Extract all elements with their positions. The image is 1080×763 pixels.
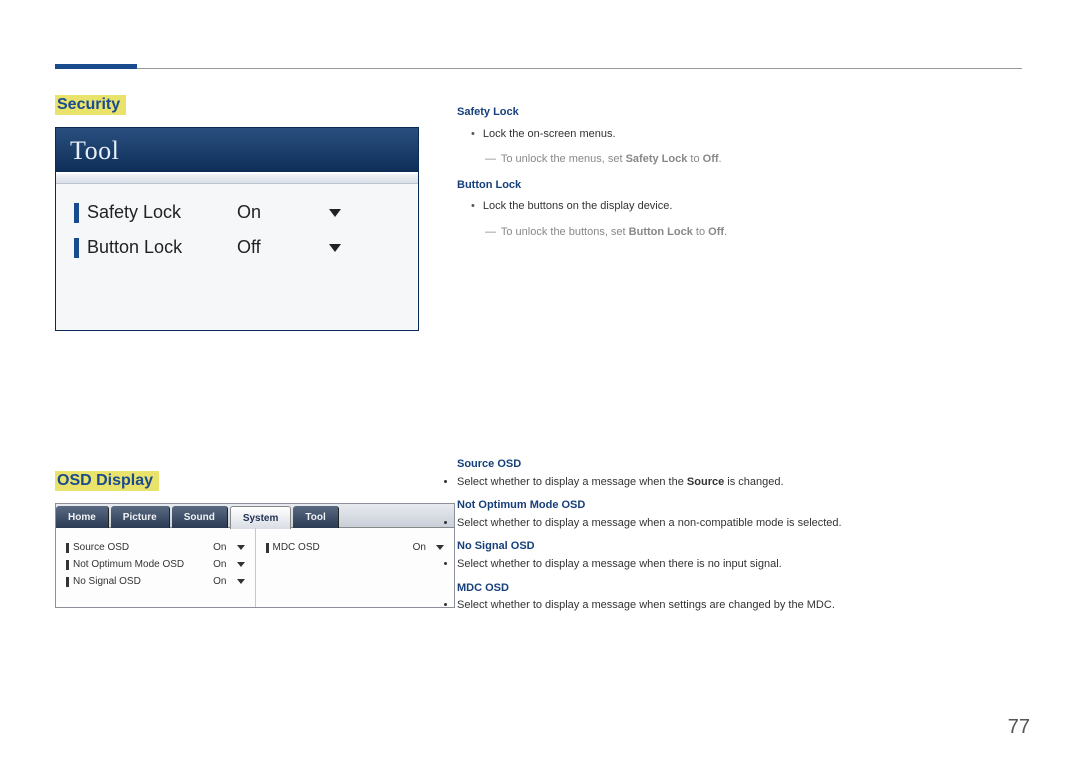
tool-row-label: Button Lock (87, 237, 237, 258)
safety-lock-select[interactable]: On (237, 202, 347, 223)
chevron-down-icon (237, 579, 245, 584)
osd-row-label: MDC OSD (273, 542, 413, 553)
no-signal-select[interactable]: On (213, 576, 244, 587)
button-lock-bullet: Lock the buttons on the display device. (471, 198, 1017, 216)
note-text: To unlock the menus, set (501, 153, 626, 165)
left-column: Security Tool Safety Lock On Button Lock (55, 95, 425, 608)
bullet-bold: Source (687, 476, 724, 488)
osd-tabs: Home Picture Sound System Tool (56, 504, 454, 528)
row-indicator (66, 543, 69, 553)
tool-screenshot-title: Tool (56, 128, 418, 174)
tool-screenshot-subbar (56, 174, 418, 184)
note-dash-icon: ― (485, 226, 494, 238)
note-bold: Button Lock (629, 226, 693, 238)
header-rule (55, 68, 1022, 69)
tab-system[interactable]: System (230, 506, 292, 529)
osd-descriptions: Source OSD Select whether to display a m… (457, 450, 1017, 615)
osd-row-label: Not Optimum Mode OSD (73, 559, 213, 570)
security-section: Security Tool Safety Lock On Button Lock (55, 95, 425, 331)
note-text: . (724, 226, 727, 238)
source-osd-title: Source OSD (457, 456, 1017, 474)
not-optimum-title: Not Optimum Mode OSD (457, 497, 1017, 515)
page-number: 77 (1008, 716, 1030, 739)
source-osd-select[interactable]: On (213, 542, 244, 553)
chevron-down-icon (237, 545, 245, 550)
safety-lock-note: ― To unlock the menus, set Safety Lock t… (485, 151, 1017, 169)
security-descriptions: Safety Lock Lock the on-screen menus. ― … (457, 98, 1017, 250)
no-signal-value: On (213, 576, 226, 587)
safety-lock-value: On (237, 202, 261, 223)
note-text: to (687, 153, 702, 165)
safety-lock-bullet: Lock the on-screen menus. (471, 126, 1017, 144)
bullet-text: is changed. (724, 476, 783, 488)
osd-row-label: Source OSD (73, 542, 213, 553)
button-lock-note: ― To unlock the buttons, set Button Lock… (485, 224, 1017, 242)
row-indicator (266, 543, 269, 553)
tool-row-label: Safety Lock (87, 202, 237, 223)
no-signal-title: No Signal OSD (457, 538, 1017, 556)
row-indicator (66, 560, 69, 570)
no-signal-bullet: Select whether to display a message when… (457, 556, 1017, 574)
tool-screenshot: Tool Safety Lock On Button Lock Off (55, 127, 419, 331)
note-dash-icon: ― (485, 153, 494, 165)
bullet-text: Select whether to display a message when… (457, 476, 687, 488)
not-optimum-value: On (213, 559, 226, 570)
note-bold: Off (703, 153, 719, 165)
row-indicator (74, 238, 79, 258)
osd-body: Source OSD On Not Optimum Mode OSD On (56, 528, 454, 607)
osd-section: OSD Display Home Picture Sound System To… (55, 471, 425, 608)
note-bold: Off (708, 226, 724, 238)
safety-lock-title: Safety Lock (457, 104, 1017, 122)
chevron-down-icon (237, 562, 245, 567)
tool-row-safety-lock: Safety Lock On (74, 202, 404, 223)
mdc-osd-select[interactable]: On (413, 542, 444, 553)
note-bold: Safety Lock (626, 153, 688, 165)
osd-row-source: Source OSD On (66, 542, 245, 553)
header-accent (55, 64, 137, 69)
row-indicator (74, 203, 79, 223)
tab-tool[interactable]: Tool (293, 506, 338, 528)
note-text: to (693, 226, 708, 238)
chevron-down-icon (329, 244, 341, 252)
mdc-osd-bullet: Select whether to display a message when… (457, 597, 1017, 615)
note-text: To unlock the buttons, set (501, 226, 629, 238)
osd-row-mdc: MDC OSD On (266, 542, 445, 553)
mdc-osd-value: On (413, 542, 426, 553)
row-indicator (66, 577, 69, 587)
button-lock-value: Off (237, 237, 261, 258)
not-optimum-select[interactable]: On (213, 559, 244, 570)
tab-sound[interactable]: Sound (172, 506, 228, 528)
tab-picture[interactable]: Picture (111, 506, 170, 528)
chevron-down-icon (329, 209, 341, 217)
mdc-osd-title: MDC OSD (457, 580, 1017, 598)
button-lock-select[interactable]: Off (237, 237, 347, 258)
not-optimum-bullet: Select whether to display a message when… (457, 515, 1017, 533)
tab-home[interactable]: Home (56, 506, 109, 528)
tool-screenshot-body: Safety Lock On Button Lock Off (56, 184, 418, 330)
osd-heading: OSD Display (55, 471, 159, 491)
osd-col-left: Source OSD On Not Optimum Mode OSD On (56, 528, 256, 607)
source-osd-value: On (213, 542, 226, 553)
osd-row-not-optimum: Not Optimum Mode OSD On (66, 559, 245, 570)
osd-row-no-signal: No Signal OSD On (66, 576, 245, 587)
osd-col-right: MDC OSD On (256, 528, 455, 607)
chevron-down-icon (436, 545, 444, 550)
tool-row-button-lock: Button Lock Off (74, 237, 404, 258)
source-osd-bullet: Select whether to display a message when… (457, 474, 1017, 492)
osd-screenshot: Home Picture Sound System Tool Source OS… (55, 503, 455, 608)
security-heading: Security (55, 95, 126, 115)
note-text: . (719, 153, 722, 165)
osd-row-label: No Signal OSD (73, 576, 213, 587)
button-lock-title: Button Lock (457, 177, 1017, 195)
